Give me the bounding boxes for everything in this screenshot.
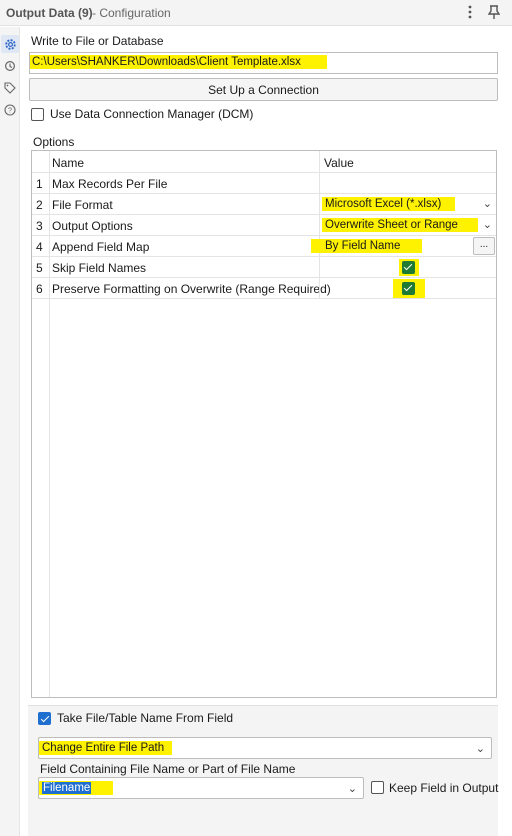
append-field-map-button[interactable]: ... — [473, 237, 495, 255]
file-path-value: C:\Users\SHANKER\Downloads\Client Templa… — [30, 55, 327, 69]
pin-icon[interactable] — [485, 3, 503, 21]
filename-field-value: Filename — [42, 782, 92, 794]
row-name: Output Options — [52, 219, 133, 233]
append-field-map-value: By Field Name — [311, 239, 423, 253]
column-header-name: Name — [52, 156, 85, 170]
file-format-dropdown[interactable]: Microsoft Excel (*.xlsx) ⌄ — [321, 194, 496, 215]
append-field-map-cell[interactable]: By Field Name ... — [311, 236, 496, 257]
row-name: File Format — [52, 198, 113, 212]
take-name-checkbox[interactable] — [38, 712, 51, 725]
tag-icon[interactable] — [1, 79, 19, 97]
take-name-label: Take File/Table Name From Field — [57, 711, 234, 725]
chevron-down-icon[interactable]: ⌄ — [483, 197, 492, 210]
output-options-dropdown[interactable]: Overwrite Sheet or Range ⌄ — [321, 215, 496, 236]
column-header-value: Value — [324, 156, 354, 170]
row-number: 2 — [36, 198, 43, 212]
file-format-value: Microsoft Excel (*.xlsx) — [322, 197, 456, 211]
grid-row-append-field-map[interactable]: 4 Append Field Map By Field Name ... — [32, 236, 496, 257]
row-number: 6 — [36, 282, 43, 296]
chevron-down-icon[interactable]: ⌄ — [348, 782, 357, 795]
preserve-formatting-cell[interactable] — [321, 278, 496, 299]
row-name: Skip Field Names — [52, 261, 147, 275]
panel-subtitle: - Configuration — [92, 6, 171, 20]
skip-field-names-cell[interactable] — [321, 257, 496, 278]
keep-field-checkbox[interactable] — [371, 781, 384, 794]
keep-field-label: Keep Field in Output — [389, 781, 499, 795]
left-rail: ? — [0, 27, 20, 836]
options-grid: Name Value 1 Max Records Per File 2 File… — [31, 150, 497, 698]
write-label: Write to File or Database — [31, 34, 164, 48]
file-name-panel: Take File/Table Name From Field Change E… — [28, 705, 498, 836]
grid-row-preserve-formatting[interactable]: 6 Preserve Formatting on Overwrite (Rang… — [32, 278, 496, 299]
max-records-value[interactable] — [321, 173, 496, 194]
skip-field-names-checkbox[interactable] — [402, 261, 415, 274]
panel-title: Output Data (9) — [6, 6, 93, 20]
grid-header: Name Value — [32, 151, 496, 173]
row-number: 4 — [36, 240, 43, 254]
row-number: 3 — [36, 219, 43, 233]
gear-icon[interactable] — [1, 35, 19, 53]
dcm-checkbox[interactable] — [31, 108, 44, 121]
file-path-mode-value: Change Entire File Path — [39, 741, 173, 755]
row-name: Max Records Per File — [52, 177, 168, 191]
refresh-icon[interactable] — [1, 57, 19, 75]
grid-row-skip-field-names[interactable]: 5 Skip Field Names — [32, 257, 496, 278]
file-path-input[interactable]: C:\Users\SHANKER\Downloads\Client Templa… — [29, 52, 498, 74]
svg-text:?: ? — [8, 106, 12, 115]
preserve-formatting-checkbox[interactable] — [402, 282, 415, 295]
setup-connection-button[interactable]: Set Up a Connection — [29, 78, 498, 101]
file-path-mode-dropdown[interactable]: Change Entire File Path ⌄ — [38, 737, 492, 759]
grid-row-output-options[interactable]: 3 Output Options Overwrite Sheet or Rang… — [32, 215, 496, 236]
output-options-value: Overwrite Sheet or Range — [322, 218, 478, 232]
row-name: Preserve Formatting on Overwrite (Range … — [52, 282, 331, 296]
dcm-label: Use Data Connection Manager (DCM) — [50, 107, 254, 121]
help-icon[interactable]: ? — [1, 101, 19, 119]
grid-row-max-records[interactable]: 1 Max Records Per File — [32, 173, 496, 194]
row-number: 1 — [36, 177, 43, 191]
field-containing-label: Field Containing File Name or Part of Fi… — [40, 762, 296, 776]
options-label: Options — [33, 135, 75, 149]
title-bar: Output Data (9) - Configuration — [0, 0, 512, 26]
chevron-down-icon[interactable]: ⌄ — [483, 218, 492, 231]
chevron-down-icon[interactable]: ⌄ — [476, 742, 485, 755]
filename-field-dropdown[interactable]: Filename ⌄ — [38, 777, 364, 799]
more-vertical-icon[interactable] — [461, 3, 479, 21]
row-name: Append Field Map — [52, 240, 150, 254]
row-number: 5 — [36, 261, 43, 275]
grid-row-file-format[interactable]: 2 File Format Microsoft Excel (*.xlsx) ⌄ — [32, 194, 496, 215]
